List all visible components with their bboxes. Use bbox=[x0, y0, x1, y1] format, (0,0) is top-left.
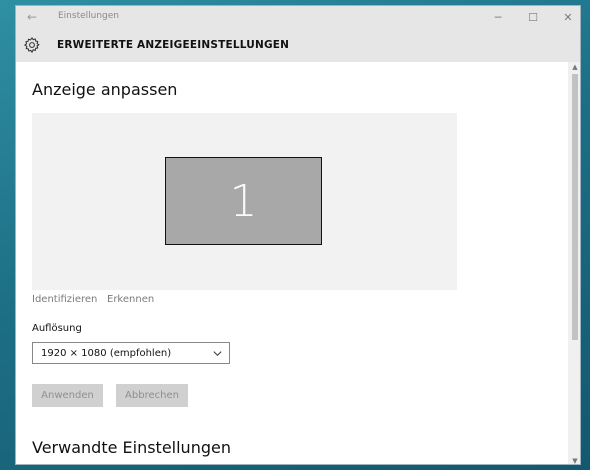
apply-button[interactable]: Anwenden bbox=[32, 384, 103, 407]
scroll-up-icon[interactable]: ▲ bbox=[568, 62, 580, 72]
page-title: ERWEITERTE ANZEIGEEINSTELLUNGEN bbox=[57, 39, 290, 51]
cancel-button[interactable]: Abbrechen bbox=[116, 384, 188, 407]
title-bar: ← Einstellungen ─ ☐ ✕ bbox=[16, 6, 580, 28]
related-settings-heading: Verwandte Einstellungen bbox=[32, 438, 231, 457]
maximize-button[interactable]: ☐ bbox=[517, 6, 549, 28]
main-content: Anzeige anpassen 1 Identifizieren Erkenn… bbox=[16, 62, 568, 464]
chevron-down-icon bbox=[212, 348, 223, 359]
gear-icon bbox=[23, 36, 41, 54]
resolution-select[interactable]: 1920 × 1080 (empfohlen) bbox=[32, 342, 230, 364]
back-arrow-icon[interactable]: ← bbox=[23, 9, 41, 25]
monitor-tile[interactable]: 1 bbox=[165, 157, 322, 245]
close-button[interactable]: ✕ bbox=[552, 6, 580, 28]
vertical-scrollbar[interactable]: ▲ ▼ bbox=[568, 62, 580, 464]
resolution-value: 1920 × 1080 (empfohlen) bbox=[41, 347, 172, 359]
resolution-label: Auflösung bbox=[32, 323, 82, 334]
page-header: ERWEITERTE ANZEIGEEINSTELLUNGEN bbox=[16, 28, 580, 62]
monitor-number: 1 bbox=[229, 175, 258, 227]
scroll-thumb[interactable] bbox=[572, 74, 578, 340]
detect-link[interactable]: Erkennen bbox=[107, 294, 154, 305]
window-title: Einstellungen bbox=[58, 11, 120, 21]
settings-window: ← Einstellungen ─ ☐ ✕ ERWEITERTE ANZEIGE… bbox=[15, 5, 581, 465]
minimize-button[interactable]: ─ bbox=[482, 6, 514, 28]
section-title: Anzeige anpassen bbox=[32, 80, 178, 99]
display-arrangement-area: 1 bbox=[32, 113, 457, 290]
identify-link[interactable]: Identifizieren bbox=[32, 294, 97, 305]
scroll-down-icon[interactable]: ▼ bbox=[568, 456, 580, 464]
